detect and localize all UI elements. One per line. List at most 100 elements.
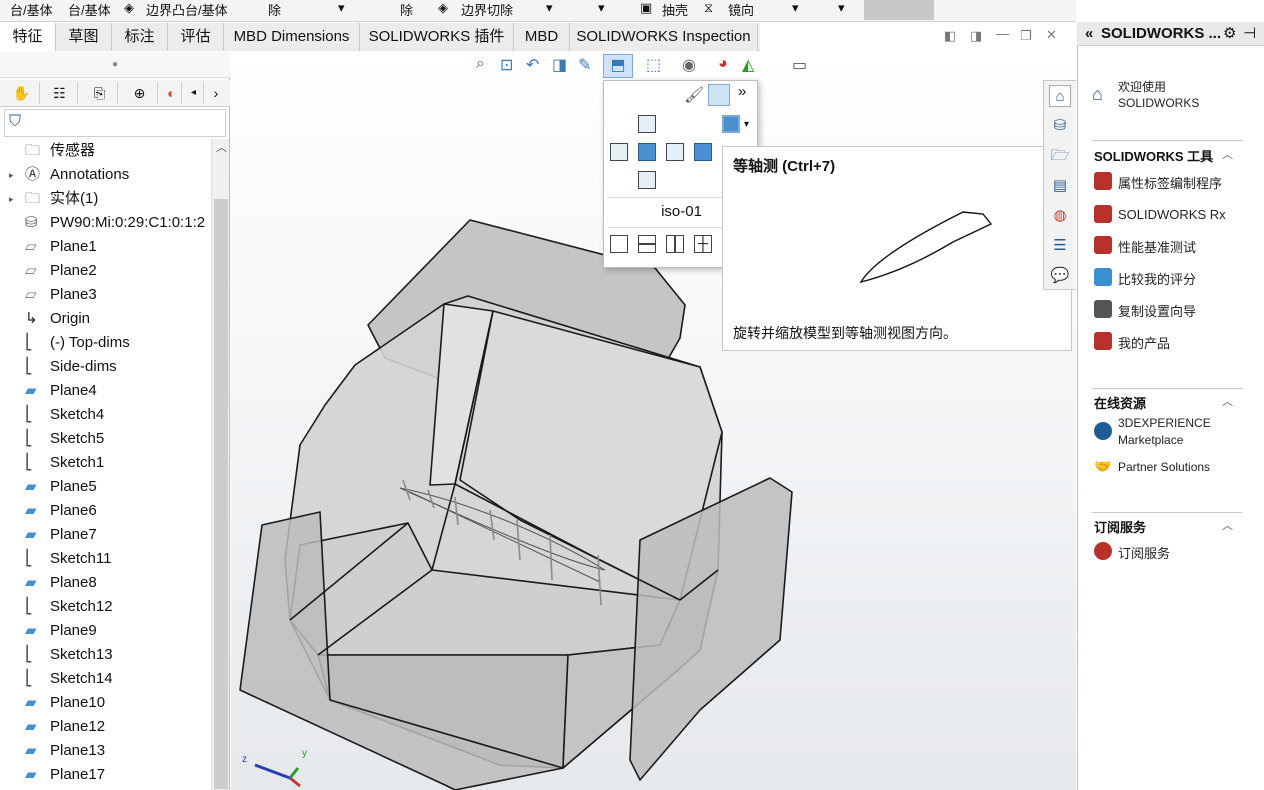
- tree-item[interactable]: ▰ Plane5: [0, 475, 212, 499]
- scrollbar-thumb[interactable]: [214, 199, 228, 789]
- tree-item[interactable]: ⎣ Sketch11: [0, 547, 212, 571]
- scroll-up-icon[interactable]: ︿: [216, 139, 227, 155]
- home-icon[interactable]: ⌂: [1049, 85, 1071, 107]
- tree-filter-field[interactable]: ⛉: [4, 109, 226, 137]
- expand-arrow-icon[interactable]: ▸: [9, 163, 14, 187]
- view-selector-icon[interactable]: [708, 84, 730, 106]
- collapse-pane-icon[interactable]: «: [1085, 22, 1093, 46]
- tree-item[interactable]: ▰ Plane17: [0, 763, 212, 787]
- ribbon-boundary-boss[interactable]: 边界凸台/基体: [146, 0, 228, 19]
- minimize-icon[interactable]: —: [996, 26, 1009, 41]
- dropdown-arrow-icon[interactable]: ▾: [838, 0, 845, 16]
- tree-item[interactable]: 🗀 传感器: [0, 139, 212, 163]
- close-icon[interactable]: ✕: [1046, 27, 1057, 43]
- tab-mbd-dimensions[interactable]: MBD Dimensions: [224, 23, 360, 51]
- dropdown-arrow-icon[interactable]: ▾: [792, 0, 799, 16]
- dropdown-arrow-icon[interactable]: ▾: [598, 0, 605, 16]
- ribbon-mirror[interactable]: 镜向: [728, 0, 754, 19]
- dimxpert-tab-icon[interactable]: ⊕: [122, 82, 158, 104]
- more-icon[interactable]: »: [738, 83, 746, 100]
- tree-item[interactable]: ⎣ Sketch12: [0, 595, 212, 619]
- chevron-up-icon[interactable]: ︿: [1222, 146, 1233, 162]
- link-marketplace[interactable]: Marketplace: [1118, 433, 1183, 447]
- tree-item[interactable]: ⎣ Sketch5: [0, 427, 212, 451]
- custom-properties-icon[interactable]: ☰: [1049, 235, 1071, 257]
- tree-item[interactable]: ↳ Origin: [0, 307, 212, 331]
- two-view-horizontal-icon[interactable]: [638, 235, 656, 253]
- tree-item[interactable]: ⎣ Side-dims: [0, 355, 212, 379]
- ribbon-boundary-cut[interactable]: 边界切除: [461, 0, 513, 19]
- chevron-up-icon[interactable]: ︿: [1222, 393, 1233, 409]
- section-view-icon[interactable]: ◨: [552, 55, 567, 75]
- tree-item[interactable]: ▱ Plane1: [0, 235, 212, 259]
- link-subscription-services[interactable]: 订阅服务: [1118, 543, 1170, 562]
- tool-my-products[interactable]: 我的产品: [1118, 333, 1170, 352]
- view-palette-icon[interactable]: ▤: [1049, 175, 1071, 197]
- forum-icon[interactable]: 💬: [1049, 265, 1071, 287]
- feature-manager-tab-icon[interactable]: ✋: [4, 82, 40, 104]
- tab-markup[interactable]: 标注: [112, 23, 168, 51]
- tree-item[interactable]: ⛁ PW90:Mi:0:29:C1:0:1:2: [0, 211, 212, 235]
- tree-item[interactable]: ▰ Plane12: [0, 715, 212, 739]
- dynamic-annotation-icon[interactable]: ✎: [578, 55, 591, 75]
- tab-inspection[interactable]: SOLIDWORKS Inspection: [570, 23, 758, 51]
- tree-item[interactable]: ▰ Plane8: [0, 571, 212, 595]
- display-style-icon[interactable]: ⬚: [646, 55, 661, 75]
- tab-scroll-right-icon[interactable]: ›: [206, 82, 226, 104]
- tab-evaluate[interactable]: 评估: [168, 23, 224, 51]
- tab-features[interactable]: 特征: [0, 23, 56, 51]
- view-orientation-icon[interactable]: ⬒: [603, 54, 633, 78]
- bottom-view-icon[interactable]: [638, 171, 656, 189]
- tree-item[interactable]: ▰ Plane6: [0, 499, 212, 523]
- dropdown-arrow-icon[interactable]: ▾: [338, 0, 345, 16]
- back-view-icon[interactable]: [638, 115, 656, 133]
- tab-mbd[interactable]: MBD: [514, 23, 570, 51]
- settings-gear-icon[interactable]: ⚙: [1223, 22, 1236, 46]
- right-view-icon[interactable]: [666, 143, 684, 161]
- chevron-up-icon[interactable]: ︿: [1222, 517, 1233, 533]
- tile-left-icon[interactable]: ◧: [944, 28, 956, 44]
- tree-item[interactable]: ▸ 🗀 实体(1): [0, 187, 212, 211]
- left-view-icon[interactable]: [610, 143, 628, 161]
- tile-right-icon[interactable]: ◨: [970, 28, 982, 44]
- tree-item[interactable]: ▰ Plane9: [0, 619, 212, 643]
- design-library-icon[interactable]: ⛁: [1049, 115, 1071, 137]
- ribbon-cut-1[interactable]: 除: [268, 0, 281, 19]
- tree-item[interactable]: ▸ Ⓐ Annotations: [0, 163, 212, 187]
- tool-compare-score[interactable]: 比较我的评分: [1118, 269, 1196, 288]
- tree-item[interactable]: ▱ Plane3: [0, 283, 212, 307]
- tool-solidworks-rx[interactable]: SOLIDWORKS Rx: [1118, 207, 1226, 222]
- previous-view-icon[interactable]: ↶: [526, 55, 539, 75]
- tree-item[interactable]: ▰ Plane4: [0, 379, 212, 403]
- tool-copy-settings-wizard[interactable]: 复制设置向导: [1118, 301, 1196, 320]
- tab-scroll-left-icon[interactable]: ◂: [184, 82, 204, 104]
- tree-item[interactable]: ⎣ Sketch14: [0, 667, 212, 691]
- tree-item[interactable]: ⎣ Sketch1: [0, 451, 212, 475]
- dropdown-arrow-icon[interactable]: ▾: [546, 0, 553, 16]
- apply-scene-icon[interactable]: ◭: [742, 55, 754, 75]
- ribbon-blank-button[interactable]: [864, 0, 934, 20]
- tab-sketch[interactable]: 草图: [56, 23, 112, 51]
- tool-performance-benchmark[interactable]: 性能基准测试: [1118, 237, 1196, 256]
- tools-section-header[interactable]: SOLIDWORKS 工具: [1094, 146, 1213, 165]
- brush-icon[interactable]: 🖌: [684, 85, 704, 105]
- tool-property-tab-builder[interactable]: 属性标签编制程序: [1118, 173, 1222, 192]
- ribbon-boss-base[interactable]: 台/基体: [10, 0, 53, 19]
- view-settings-icon[interactable]: ▭: [792, 55, 807, 75]
- display-manager-tab-icon[interactable]: ◐: [162, 82, 182, 104]
- panel-splitter-handle[interactable]: ●: [0, 52, 230, 78]
- tree-item[interactable]: ⎣ Sketch13: [0, 643, 212, 667]
- tree-scrollbar[interactable]: ︿: [211, 139, 229, 790]
- file-explorer-icon[interactable]: 🗁: [1049, 145, 1071, 167]
- tree-item[interactable]: ▰ Plane10: [0, 691, 212, 715]
- appearances-icon[interactable]: ◍: [1049, 205, 1071, 227]
- online-resources-header[interactable]: 在线资源: [1094, 393, 1146, 412]
- link-3dexperience[interactable]: 3DEXPERIENCE: [1118, 416, 1211, 430]
- expand-arrow-icon[interactable]: ▸: [9, 187, 14, 211]
- configuration-manager-tab-icon[interactable]: ⎘: [82, 82, 118, 104]
- front-view-icon[interactable]: [638, 143, 656, 161]
- welcome-line-2[interactable]: SOLIDWORKS: [1118, 96, 1199, 110]
- edit-appearance-icon[interactable]: ◕: [718, 55, 728, 73]
- tree-item[interactable]: ⎣ (-) Top-dims: [0, 331, 212, 355]
- ribbon-cut-2[interactable]: 除: [400, 0, 413, 19]
